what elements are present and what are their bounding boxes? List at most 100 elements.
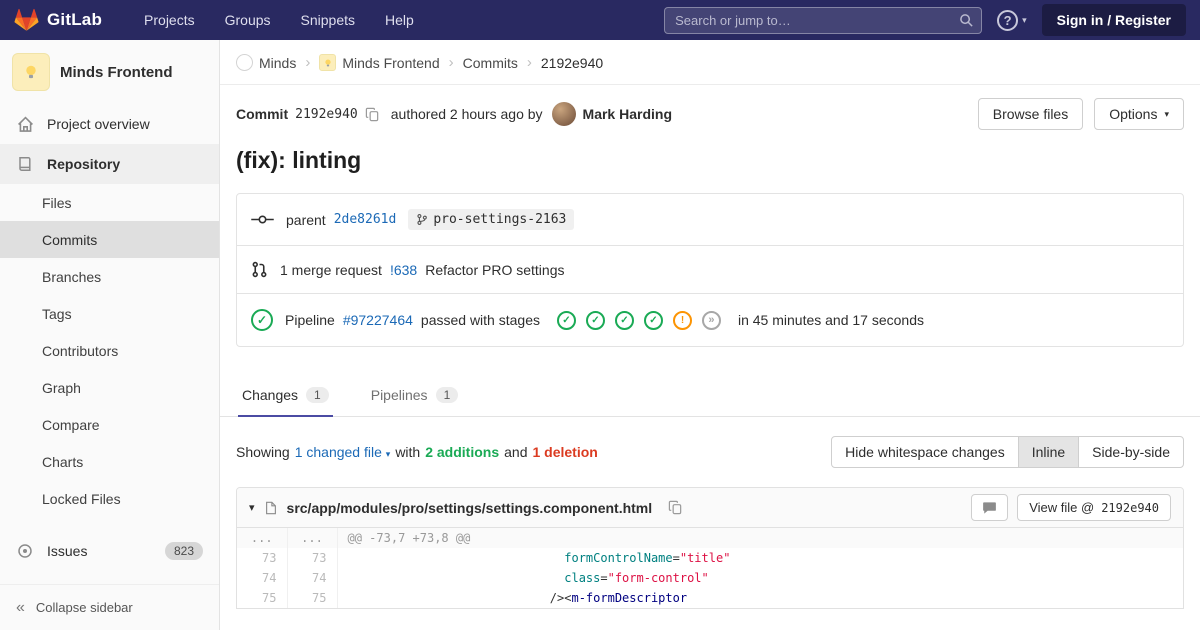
sidebar-item-label: Branches bbox=[42, 269, 101, 285]
parent-row: parent 2de8261d pro-settings-2163 bbox=[237, 194, 1183, 245]
mr-ref-link[interactable]: !638 bbox=[390, 262, 417, 278]
author-avatar[interactable] bbox=[552, 102, 576, 126]
search-icon bbox=[959, 13, 974, 28]
sidebar-item-repository[interactable]: Repository bbox=[0, 144, 219, 184]
stage-success-icon[interactable]: ✓ bbox=[615, 311, 634, 330]
inline-view-button[interactable]: Inline bbox=[1018, 436, 1079, 468]
sidebar-item-tags[interactable]: Tags bbox=[0, 295, 219, 332]
gitlab-tanuki-icon bbox=[14, 8, 39, 32]
stage-skipped-icon[interactable]: » bbox=[702, 311, 721, 330]
search-input[interactable] bbox=[664, 7, 982, 34]
breadcrumb-label: Minds Frontend bbox=[342, 55, 439, 71]
sidebar-item-project-overview[interactable]: Project overview bbox=[0, 104, 219, 144]
commit-meta-row: Commit 2192e940 authored 2 hours ago by … bbox=[220, 85, 1200, 130]
sidebar-item-label: Graph bbox=[42, 380, 81, 396]
pipeline-label: Pipeline bbox=[285, 312, 335, 328]
pipeline-status-icon[interactable]: ✓ bbox=[251, 309, 273, 331]
sidebar-item-label: Issues bbox=[47, 543, 87, 559]
old-line-number[interactable]: 74 bbox=[237, 568, 287, 588]
nav-groups[interactable]: Groups bbox=[225, 12, 271, 28]
tab-changes[interactable]: Changes 1 bbox=[238, 374, 333, 417]
lightbulb-icon bbox=[22, 63, 40, 81]
code-tag-name: m-formDescriptor bbox=[571, 591, 687, 605]
toggle-comments-button[interactable] bbox=[971, 494, 1008, 521]
pipeline-duration: in 45 minutes and 17 seconds bbox=[738, 312, 924, 328]
nav-projects[interactable]: Projects bbox=[144, 12, 195, 28]
sidebar-item-commits[interactable]: Commits bbox=[0, 221, 219, 258]
collapse-sidebar-button[interactable]: « Collapse sidebar bbox=[0, 584, 219, 630]
issues-count-badge: 823 bbox=[165, 542, 203, 560]
stage-success-icon[interactable]: ✓ bbox=[586, 311, 605, 330]
code-string: "title" bbox=[680, 551, 731, 565]
side-by-side-view-button[interactable]: Side-by-side bbox=[1078, 436, 1184, 468]
new-line-number[interactable]: 74 bbox=[287, 568, 337, 588]
nav-help[interactable]: Help bbox=[385, 12, 414, 28]
sidebar-item-issues[interactable]: Issues 823 bbox=[0, 531, 219, 571]
additions-count: 2 additions bbox=[425, 444, 499, 460]
code-indent bbox=[348, 571, 565, 585]
new-line-number[interactable]: 75 bbox=[287, 588, 337, 608]
copy-file-path-button[interactable] bbox=[668, 500, 683, 515]
hunk-header: @@ -73,7 +73,8 @@ bbox=[337, 528, 1183, 548]
new-line-number[interactable]: 73 bbox=[287, 548, 337, 568]
collapse-diff-chevron-icon[interactable]: ▾ bbox=[249, 501, 255, 514]
search-box bbox=[664, 7, 982, 34]
breadcrumb-separator-icon: › bbox=[449, 54, 454, 71]
view-file-button[interactable]: View file @ 2192e940 bbox=[1017, 494, 1171, 521]
changed-files-label: 1 changed file bbox=[295, 444, 382, 460]
sidebar-item-label: Locked Files bbox=[42, 491, 121, 507]
pipelines-count-badge: 1 bbox=[436, 387, 459, 403]
file-icon bbox=[264, 500, 278, 516]
sidebar-item-label: Compare bbox=[42, 417, 100, 433]
breadcrumb-project[interactable]: Minds Frontend bbox=[319, 54, 439, 71]
sidebar-item-label: Charts bbox=[42, 454, 83, 470]
pipeline-id-link[interactable]: #97227464 bbox=[343, 312, 413, 328]
gitlab-home-link[interactable]: GitLab bbox=[14, 8, 102, 32]
chevron-down-icon: ▾ bbox=[1022, 15, 1027, 26]
sidebar-item-graph[interactable]: Graph bbox=[0, 369, 219, 406]
copy-sha-button[interactable] bbox=[365, 107, 380, 122]
diff-line-75: 75 75 /><m-formDescriptor bbox=[237, 588, 1183, 608]
nav-snippets[interactable]: Snippets bbox=[301, 12, 355, 28]
sidebar-item-compare[interactable]: Compare bbox=[0, 406, 219, 443]
options-dropdown-button[interactable]: Options ▾ bbox=[1094, 98, 1184, 130]
branch-name: pro-settings-2163 bbox=[433, 212, 566, 227]
stage-warning-icon[interactable]: ! bbox=[673, 311, 692, 330]
sidebar-item-charts[interactable]: Charts bbox=[0, 443, 219, 480]
branch-ref-pill[interactable]: pro-settings-2163 bbox=[408, 209, 574, 230]
stage-success-icon[interactable]: ✓ bbox=[557, 311, 576, 330]
changed-files-dropdown[interactable]: 1 changed file ▾ bbox=[295, 444, 391, 460]
primary-nav: Projects Groups Snippets Help bbox=[144, 12, 414, 28]
stage-success-icon[interactable]: ✓ bbox=[644, 311, 663, 330]
help-dropdown[interactable]: ? ▾ bbox=[997, 10, 1027, 31]
browse-files-button[interactable]: Browse files bbox=[978, 98, 1083, 130]
project-context-header[interactable]: Minds Frontend bbox=[0, 40, 219, 104]
file-path[interactable]: src/app/modules/pro/settings/settings.co… bbox=[287, 500, 653, 516]
parent-sha-link[interactable]: 2de8261d bbox=[334, 212, 397, 227]
merge-request-row: 1 merge request !638 Refactor PRO settin… bbox=[237, 245, 1183, 293]
copy-icon bbox=[668, 500, 683, 515]
sidebar-item-locked-files[interactable]: Locked Files bbox=[0, 480, 219, 517]
breadcrumb-commits[interactable]: Commits bbox=[463, 55, 518, 71]
sidebar-item-label: Contributors bbox=[42, 343, 118, 359]
hide-whitespace-button[interactable]: Hide whitespace changes bbox=[831, 436, 1019, 468]
sidebar-item-branches[interactable]: Branches bbox=[0, 258, 219, 295]
help-icon: ? bbox=[997, 10, 1018, 31]
group-avatar bbox=[236, 54, 253, 71]
old-line-number[interactable]: 75 bbox=[237, 588, 287, 608]
sidebar-item-contributors[interactable]: Contributors bbox=[0, 332, 219, 369]
collapse-label: Collapse sidebar bbox=[36, 600, 133, 615]
lightbulb-icon bbox=[323, 58, 333, 68]
diff-stats: Showing 1 changed file ▾ with 2 addition… bbox=[236, 444, 598, 460]
signin-register-button[interactable]: Sign in / Register bbox=[1042, 4, 1186, 36]
breadcrumb-group[interactable]: Minds bbox=[236, 54, 296, 71]
repository-icon bbox=[16, 156, 34, 172]
merge-request-icon bbox=[251, 261, 268, 278]
breadcrumb-label: Commits bbox=[463, 55, 518, 71]
project-name: Minds Frontend bbox=[60, 64, 173, 81]
tab-pipelines[interactable]: Pipelines 1 bbox=[367, 374, 463, 417]
author-name[interactable]: Mark Harding bbox=[583, 106, 672, 122]
options-label: Options bbox=[1109, 106, 1157, 122]
sidebar-item-files[interactable]: Files bbox=[0, 184, 219, 221]
old-line-number[interactable]: 73 bbox=[237, 548, 287, 568]
